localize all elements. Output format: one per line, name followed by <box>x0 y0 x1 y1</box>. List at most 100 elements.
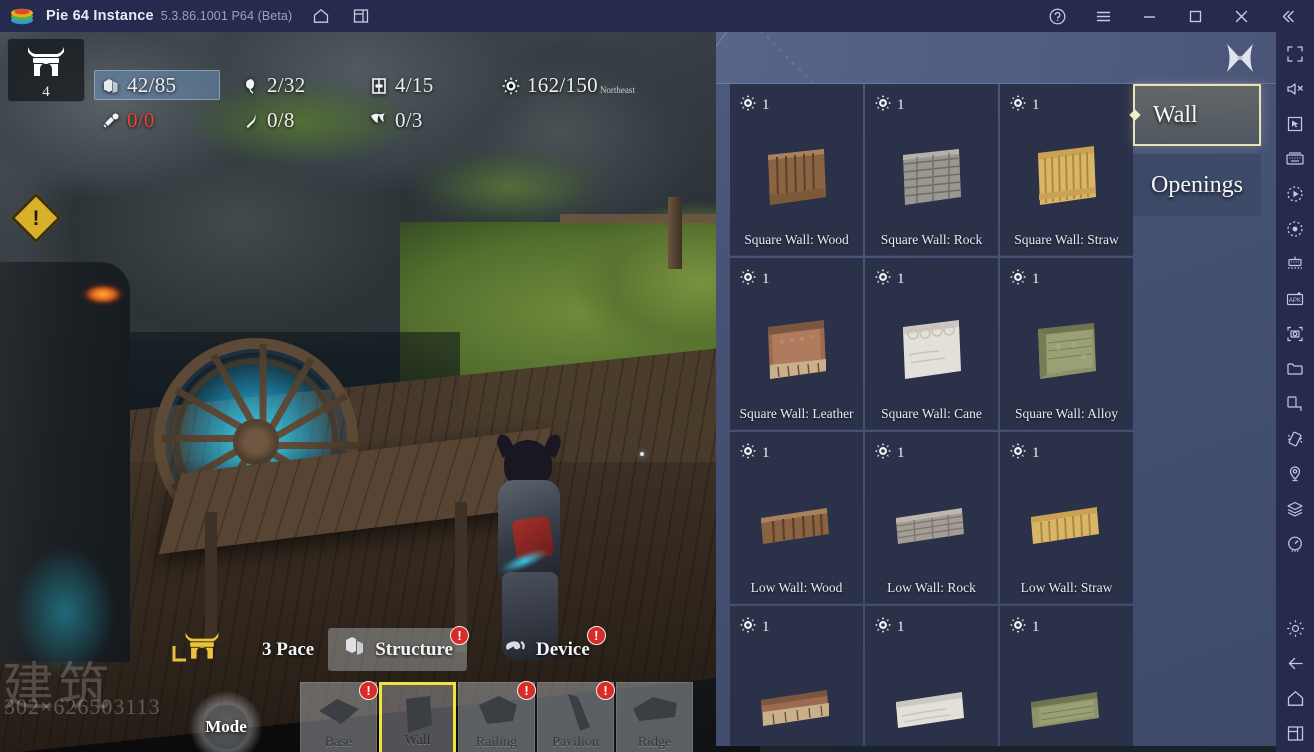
build-item-cell[interactable]: 1 <box>1000 258 1133 430</box>
collapse-sidebar-icon[interactable] <box>1272 1 1302 31</box>
layers-icon[interactable] <box>1279 493 1311 525</box>
toggle-device[interactable]: Device ! <box>487 626 606 671</box>
scene-table-leg <box>205 512 217 642</box>
stat-value: 42/85 <box>127 73 177 97</box>
stat-tool: 0/0 <box>100 108 155 133</box>
item-name: Low Wall: Wood <box>750 580 843 595</box>
stat-value: 0/8 <box>267 108 295 132</box>
build-item-cell[interactable]: 1 Low Wall: Wood <box>730 432 863 604</box>
category-tile-base[interactable]: Base ! <box>300 681 378 752</box>
alert-badge: ! <box>517 681 536 700</box>
tab-openings[interactable]: Openings <box>1133 154 1261 216</box>
category-label: Wall <box>404 733 431 748</box>
item-cost-value: 1 <box>762 445 770 461</box>
house-level-count: 4 <box>42 84 50 100</box>
build-panel-header <box>716 32 1276 84</box>
alert-badge: ! <box>449 626 469 645</box>
build-item-cell[interactable]: 1 Low Wall: Rock <box>865 432 998 604</box>
recents-icon[interactable] <box>1279 717 1311 749</box>
category-tile-railing[interactable]: Railing ! <box>458 681 536 752</box>
seed-plant-icon <box>240 75 262 97</box>
compass-star-icon <box>874 268 892 291</box>
category-tile-wall[interactable]: Wall <box>379 682 456 752</box>
build-item-cell[interactable]: 1 <box>1000 84 1133 256</box>
item-cost-value: 1 <box>1032 619 1040 635</box>
pace-label: 3 Pace <box>262 638 315 660</box>
build-category-bar: Base ! Wall Railing ! Pavilion ! Ridge <box>300 681 693 752</box>
toggle-structure[interactable]: Structure ! <box>328 626 469 671</box>
house-level-card[interactable]: 4 <box>7 38 85 102</box>
item-cost-value: 1 <box>762 619 770 635</box>
close-star-icon[interactable] <box>1222 40 1258 76</box>
item-name: Square Wall: Rock <box>880 232 983 247</box>
compass-star-icon <box>874 94 892 117</box>
item-name: Square Wall: Leather <box>739 406 854 421</box>
build-item-cell[interactable]: 1 <box>865 606 998 746</box>
menu-icon[interactable] <box>1088 1 1118 31</box>
build-item-cell[interactable]: 1 <box>1000 606 1133 746</box>
home-icon[interactable] <box>306 1 336 31</box>
shake-icon[interactable] <box>1279 423 1311 455</box>
build-item-cell[interactable]: 1 Square Wall: Cane <box>865 258 998 430</box>
item-name: Square Wall: Wood <box>744 232 849 247</box>
mute-icon[interactable] <box>1279 73 1311 105</box>
home-icon[interactable] <box>1279 682 1311 714</box>
cursor-icon[interactable] <box>1279 108 1311 140</box>
build-item-cell[interactable]: 1 <box>730 606 863 746</box>
compass-star-icon <box>739 616 757 639</box>
keyboard-icon[interactable] <box>1279 143 1311 175</box>
compass-star-icon <box>1009 616 1027 639</box>
maximize-icon[interactable] <box>1180 1 1210 31</box>
tab-wall[interactable]: Wall <box>1133 84 1261 146</box>
media-folder-icon[interactable] <box>1279 353 1311 385</box>
item-art-wall-alloy-square <box>1000 298 1133 402</box>
tab-label: Wall <box>1153 101 1198 128</box>
build-item-cell[interactable]: 1 <box>730 258 863 430</box>
back-arrow-icon[interactable] <box>1279 647 1311 679</box>
help-icon[interactable] <box>1042 1 1072 31</box>
build-item-cell[interactable]: 1 Square Wall: Wood <box>730 84 863 256</box>
item-cost: 1 <box>1009 442 1040 465</box>
performance-icon[interactable] <box>1279 528 1311 560</box>
watermark-numbers: 302×626503113 <box>4 694 161 719</box>
app-version: 5.3.86.1001 P64 (Beta) <box>160 9 293 23</box>
macro-play-icon[interactable] <box>1279 178 1311 210</box>
screenshot-icon[interactable] <box>1279 318 1311 350</box>
door-icon <box>368 75 390 97</box>
location-icon[interactable] <box>1279 458 1311 490</box>
item-art-wall-leather-square <box>730 298 863 402</box>
category-tile-pavilion[interactable]: Pavilion ! <box>537 681 615 752</box>
multi-instance-sync-icon[interactable] <box>1279 248 1311 280</box>
settings-gear-icon[interactable] <box>1279 612 1311 644</box>
structure-blocks-icon <box>342 634 368 665</box>
app-title: Pie 64 Instance <box>46 8 154 24</box>
item-cost-value: 1 <box>762 97 770 113</box>
pagoda-house-icon <box>24 44 68 83</box>
install-apk-icon[interactable]: APK <box>1279 283 1311 315</box>
toggle-label: Device <box>535 638 590 660</box>
build-item-cell[interactable]: 1 Low Wall: Straw <box>1000 432 1133 604</box>
game-viewport[interactable]: ! 4 42/85 2/32 4/15 162/150 Northeast 0/… <box>0 32 1276 752</box>
item-art-wall-rock-square <box>865 124 998 228</box>
arc-pattern-icon <box>716 32 926 83</box>
item-cost: 1 <box>874 442 905 465</box>
pace-indicator: 3 Pace <box>248 633 328 667</box>
item-name: Square Wall: Alloy <box>1015 406 1118 421</box>
item-name: Square Wall: Straw <box>1014 232 1119 247</box>
compass-star-icon <box>1009 442 1027 465</box>
stat-value: 0/0 <box>127 108 155 132</box>
stat-value: 2/32 <box>267 73 306 97</box>
stat-value: 4/15 <box>395 73 434 97</box>
close-icon[interactable] <box>1226 1 1256 31</box>
item-cost: 1 <box>874 268 905 291</box>
build-item-cell[interactable]: 1 Square Wall: Rock <box>865 84 998 256</box>
record-icon[interactable] <box>1279 213 1311 245</box>
rotate-screen-icon[interactable] <box>1279 388 1311 420</box>
category-label: Pavilion <box>552 735 599 750</box>
multi-instance-icon[interactable] <box>346 1 376 31</box>
fullscreen-icon[interactable] <box>1279 38 1311 70</box>
stat-value: 162/150 <box>527 73 598 97</box>
category-tile-ridge[interactable]: Ridge <box>616 682 693 752</box>
minimize-icon[interactable] <box>1134 1 1164 31</box>
item-cost: 1 <box>739 442 770 465</box>
